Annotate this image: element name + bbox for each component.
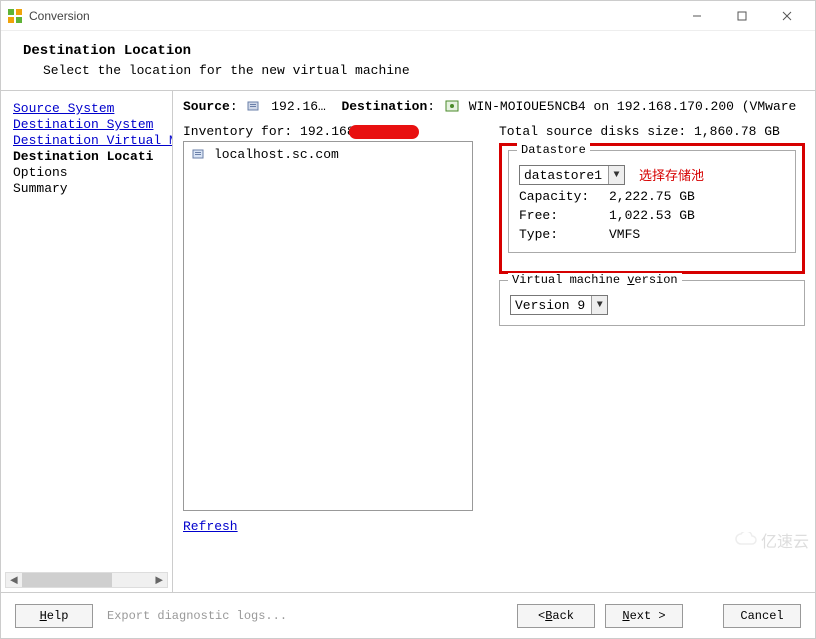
wizard-footer: Help Export diagnostic logs... < Back Ne… bbox=[1, 592, 815, 638]
minimize-button[interactable] bbox=[674, 2, 719, 30]
back-button[interactable]: < Back bbox=[517, 604, 595, 628]
inventory-listbox[interactable]: localhost.sc.com bbox=[183, 141, 473, 511]
chevron-down-icon: ▼ bbox=[591, 296, 607, 314]
step-options: Options bbox=[13, 165, 166, 181]
datastore-group: Datastore datastore1 ▼ 选择存储池 Capacity: 2… bbox=[508, 150, 796, 253]
total-source-disks: Total source disks size: 1,860.78 GB bbox=[499, 124, 805, 139]
datastore-select-value: datastore1 bbox=[520, 168, 608, 183]
refresh-link[interactable]: Refresh bbox=[183, 519, 238, 534]
page-subtitle: Select the location for the new virtual … bbox=[43, 63, 793, 78]
scroll-right-arrow-icon[interactable]: ► bbox=[151, 573, 167, 587]
wizard-steps-sidebar: Source System Destination System Destina… bbox=[1, 91, 173, 592]
cancel-button[interactable]: Cancel bbox=[723, 604, 801, 628]
inventory-label: Inventory for: 192.168 bbox=[183, 124, 483, 139]
annotation-note: 选择存储池 bbox=[639, 165, 704, 184]
step-summary: Summary bbox=[13, 181, 166, 197]
source-label: Source bbox=[183, 99, 230, 114]
host-icon bbox=[445, 100, 459, 112]
export-diagnostic-logs-link[interactable]: Export diagnostic logs... bbox=[107, 609, 287, 623]
step-destination-location: Destination Locati bbox=[13, 149, 166, 165]
wizard-header: Destination Location Select the location… bbox=[1, 31, 815, 91]
vm-version-select[interactable]: Version 9 ▼ bbox=[510, 295, 608, 315]
step-source-system[interactable]: Source System bbox=[13, 101, 166, 117]
scroll-thumb[interactable] bbox=[22, 573, 112, 587]
window-title: Conversion bbox=[29, 9, 674, 23]
content-pane: Source: 192.16… Destination: WIN-MOIOUE5… bbox=[173, 91, 815, 592]
close-button[interactable] bbox=[764, 2, 809, 30]
destination-label: Destination bbox=[341, 99, 427, 114]
host-item-icon bbox=[192, 148, 206, 160]
titlebar: Conversion bbox=[1, 1, 815, 31]
step-destination-system[interactable]: Destination System bbox=[13, 117, 166, 133]
annotation-highlight-box: Datastore datastore1 ▼ 选择存储池 Capacity: 2… bbox=[499, 143, 805, 274]
maximize-button[interactable] bbox=[719, 2, 764, 30]
redaction-mark bbox=[349, 125, 419, 139]
server-icon bbox=[247, 100, 261, 112]
datastore-legend: Datastore bbox=[517, 143, 590, 157]
next-button[interactable]: Next > bbox=[605, 604, 683, 628]
vm-version-legend: Virtual machine version bbox=[508, 273, 682, 287]
sidebar-horizontal-scrollbar[interactable]: ◄ ► bbox=[5, 572, 168, 588]
datastore-select[interactable]: datastore1 ▼ bbox=[519, 165, 625, 185]
help-button[interactable]: Help bbox=[15, 604, 93, 628]
type-row: Type: VMFS bbox=[519, 227, 785, 242]
source-destination-summary: Source: 192.16… Destination: WIN-MOIOUE5… bbox=[183, 99, 805, 114]
destination-value: WIN-MOIOUE5NCB4 on 192.168.170.200 (VMwa… bbox=[469, 99, 805, 114]
free-row: Free: 1,022.53 GB bbox=[519, 208, 785, 223]
capacity-row: Capacity: 2,222.75 GB bbox=[519, 189, 785, 204]
vm-version-group: Virtual machine version Version 9 ▼ bbox=[499, 280, 805, 326]
inventory-item-label: localhost.sc.com bbox=[214, 147, 339, 162]
chevron-down-icon: ▼ bbox=[608, 166, 624, 184]
app-icon bbox=[7, 8, 23, 24]
page-title: Destination Location bbox=[23, 43, 793, 59]
vm-version-select-value: Version 9 bbox=[511, 298, 591, 313]
source-value: 192.16… bbox=[271, 99, 326, 114]
inventory-item[interactable]: localhost.sc.com bbox=[188, 146, 468, 163]
step-destination-vm[interactable]: Destination Virtual M bbox=[13, 133, 166, 149]
scroll-left-arrow-icon[interactable]: ◄ bbox=[6, 573, 22, 587]
